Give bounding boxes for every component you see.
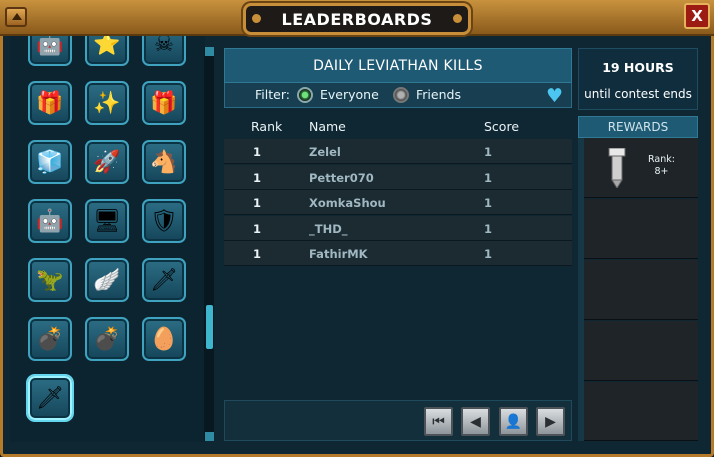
reward-slot-empty (584, 321, 698, 381)
title-plate: LEADERBOARDS (243, 3, 471, 35)
green-sword-icon[interactable]: 🗡 (142, 258, 186, 302)
name-column-header: Name (309, 119, 346, 134)
gold-gift-box-icon[interactable]: 🎁 (142, 81, 186, 125)
reward-slot-empty (584, 382, 698, 441)
collapse-button[interactable] (5, 7, 27, 27)
first-page-icon[interactable]: ⏮ (424, 407, 453, 436)
leaderboard-title: DAILY LEVIATHAN KILLS (224, 48, 572, 83)
scrollbar-track[interactable] (204, 47, 214, 441)
dinosaur-skull-icon[interactable]: 🦖 (28, 258, 72, 302)
table-row[interactable]: 1 FathirMK 1 (224, 241, 572, 266)
reward-slot-empty (584, 199, 698, 259)
until-text: until contest ends (584, 87, 692, 101)
pagination-bar: ⏮ ◀ 👤 ▶ (224, 400, 572, 441)
red-drop-bomb-icon[interactable]: 💣 (85, 317, 129, 361)
golden-egg-icon[interactable]: 🥚 (142, 317, 186, 361)
server-rack-icon[interactable]: 🖥 (85, 199, 129, 243)
filter-friends-radio[interactable] (393, 87, 409, 103)
player-name-cell: _THD_ (309, 221, 348, 236)
score-cell: 1 (484, 170, 493, 185)
rank-cell: 1 (253, 247, 262, 261)
contest-timer: 19 HOURS until contest ends (578, 48, 698, 110)
my-rank-user-icon[interactable]: 👤 (499, 407, 528, 436)
scrollbar-thumb[interactable] (206, 305, 213, 349)
filter-label: Filter: (255, 87, 290, 102)
rank-cell: 1 (253, 196, 262, 210)
toy-horse-icon[interactable]: 🐴 (142, 140, 186, 184)
rank-cell: 1 (253, 145, 262, 159)
previous-page-icon[interactable]: ◀ (461, 407, 490, 436)
reward-rank-value: 8+ (654, 166, 669, 177)
hours-remaining: 19 HOURS (602, 60, 674, 75)
next-page-icon[interactable]: ▶ (536, 407, 565, 436)
leaderboard-table: Rank Name Score 1 Zelel 1 1 Petter070 1 1 Xomka… (224, 114, 572, 267)
reward-rank-label: Rank: (648, 154, 675, 165)
green-crystal-sword-icon[interactable]: 🗡 (28, 376, 72, 420)
table-row[interactable]: 1 Petter070 1 (224, 164, 572, 190)
gold-cube-icon[interactable]: 🧊 (28, 140, 72, 184)
xp-shield-icon[interactable]: 🛡 (142, 199, 186, 243)
score-column-header: Score (484, 119, 520, 134)
filter-everyone-label[interactable]: Everyone (320, 87, 379, 102)
filter-friends-label[interactable]: Friends (416, 87, 461, 102)
rewards-header: REWARDS (578, 116, 698, 138)
rank-cell: 1 (253, 221, 262, 236)
score-cell: 1 (484, 247, 493, 261)
player-name-cell: Petter070 (309, 170, 374, 185)
table-row[interactable]: 1 _THD_ 1 (224, 215, 572, 241)
trophy-post-icon (608, 148, 626, 188)
filter-bar: Filter: Everyone Friends ♥ (224, 83, 572, 108)
rank-column-header: Rank (251, 119, 283, 134)
score-cell: 1 (484, 221, 493, 236)
reward-slot[interactable]: Rank: 8+ (584, 138, 698, 198)
score-cell: 1 (484, 196, 493, 210)
items-panel: 🤖 ⭐ ☠ 🎁 ✨ 🎁 🧊 🚀 🐴 🤖 🖥 🛡 🦖 🪽 🗡 💣 💣 🥚 🗡 (10, 36, 205, 442)
rocket-toy-icon[interactable]: 🚀 (85, 140, 129, 184)
window-title: LEADERBOARDS (281, 10, 433, 29)
table-row[interactable]: 1 Zelel 1 (224, 139, 572, 164)
table-row[interactable]: 1 XomkaShou 1 (224, 190, 572, 215)
player-name-cell: XomkaShou (309, 196, 386, 210)
xp-wings-badge-icon[interactable]: 🪽 (85, 258, 129, 302)
red-skull-icon[interactable]: ☠ (142, 36, 186, 66)
rank-cell: 1 (253, 170, 262, 185)
title-bar: LEADERBOARDS X (0, 0, 714, 36)
robot-icon[interactable]: 🤖 (28, 36, 72, 66)
scroll-up-button[interactable] (205, 47, 214, 56)
treasure-chest-icon[interactable]: 🎁 (28, 81, 72, 125)
reward-rank: Rank: 8+ (648, 154, 675, 178)
player-name-cell: FathirMK (309, 247, 368, 261)
gold-star-icon[interactable]: ⭐ (85, 36, 129, 66)
filter-everyone-radio[interactable] (297, 87, 313, 103)
spiked-bomb-icon[interactable]: 💣 (28, 317, 72, 361)
table-header: Rank Name Score (224, 114, 572, 139)
leaderboard-panel: DAILY LEVIATHAN KILLS Filter: Everyone F… (224, 48, 572, 441)
scroll-down-button[interactable] (205, 432, 214, 441)
player-name-cell: Zelel (309, 145, 341, 159)
robot-suit-icon[interactable]: 🤖 (28, 199, 72, 243)
heart-icon[interactable]: ♥ (546, 85, 563, 107)
close-button[interactable]: X (684, 3, 710, 29)
reward-slot-empty (584, 260, 698, 320)
gold-sparkle-icon[interactable]: ✨ (85, 81, 129, 125)
score-cell: 1 (484, 145, 493, 159)
rewards-panel: 19 HOURS until contest ends REWARDS Rank… (578, 48, 698, 441)
